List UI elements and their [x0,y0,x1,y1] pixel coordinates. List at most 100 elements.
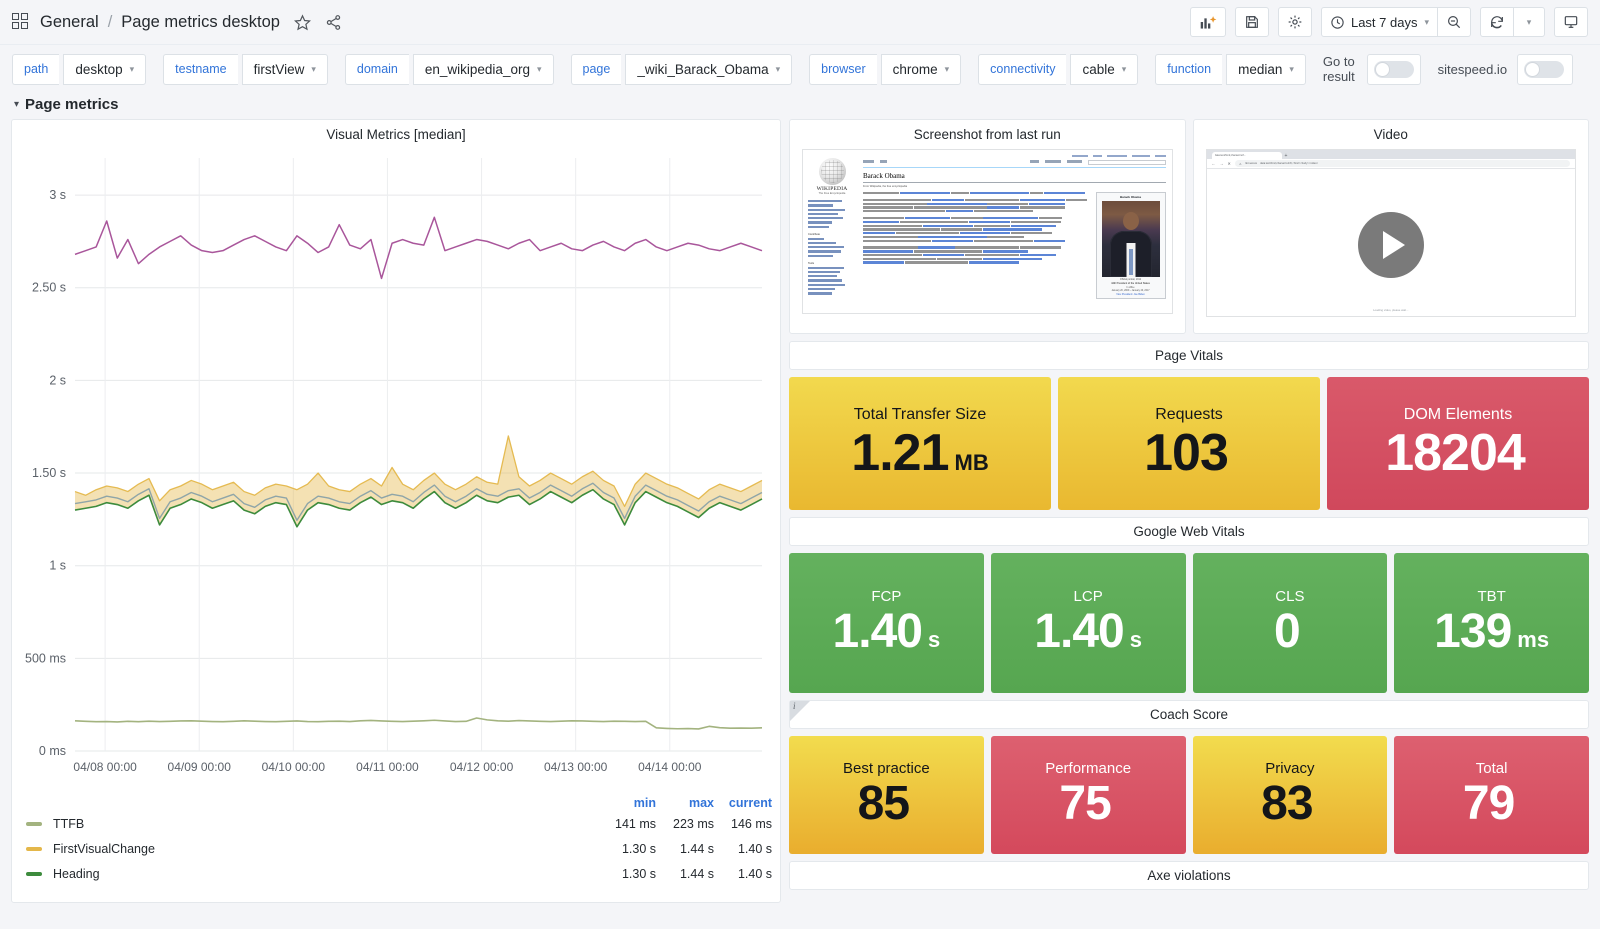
variable-path-text: desktop [75,61,123,77]
stat-lcp[interactable]: LCP 1.40 s [990,553,1186,693]
svg-text:1 s: 1 s [49,559,66,573]
variable-function-label: function [1155,53,1223,85]
row-header-page-metrics[interactable]: ▾ Page metrics [0,93,1600,119]
kiosk-mode-button[interactable] [1554,7,1588,37]
stat-cls[interactable]: CLS 0 [1192,553,1388,693]
toggle-sitespeed-io[interactable]: sitespeed.io [1437,53,1574,85]
refresh-group[interactable]: ▾ [1480,7,1545,37]
stat-best-practice[interactable]: Best practice 85 [789,736,984,854]
svg-text:1.50 s: 1.50 s [32,466,66,480]
wiki-nav-main [808,200,856,229]
forward-icon[interactable]: → [1220,161,1224,166]
variable-browser-text: chrome [892,61,938,77]
section-title-axe-violations: Axe violations [1147,868,1231,883]
time-range-group[interactable]: Last 7 days ▾ [1320,7,1471,37]
stat-tbt[interactable]: TBT 139 ms [1394,553,1589,693]
toggle-sitespeed-io-label: sitespeed.io [1437,61,1508,77]
panel-title-screenshot: Screenshot from last run [913,127,1061,142]
breadcrumb-dashboard-title[interactable]: Page metrics desktop [121,13,280,32]
template-variables-bar: path desktop ▾ testname firstView ▾ doma… [0,45,1600,93]
time-range-picker[interactable]: Last 7 days ▾ [1320,7,1438,37]
breadcrumb-folder[interactable]: General [40,13,99,32]
legend-col-max[interactable]: max [656,796,714,810]
stop-icon[interactable]: ✕ [1228,161,1231,166]
wiki-infobox-role: 44th President of the United States [1111,282,1150,286]
stat-value: 103 [1144,424,1229,483]
variable-domain[interactable]: domain en_wikipedia_org ▾ [344,53,554,85]
variable-page[interactable]: page _wiki_Barack_Obama ▾ [570,53,793,85]
star-icon[interactable] [293,13,311,31]
stat-total-transfer-size[interactable]: Total Transfer Size 1.21 MB [789,377,1051,510]
variable-page-value[interactable]: _wiki_Barack_Obama ▾ [625,53,793,85]
stat-performance[interactable]: Performance 75 [990,736,1186,854]
variable-connectivity-value[interactable]: cable ▾ [1070,53,1139,85]
video-player-frame[interactable]: data:text/html;charset=utf... + ← → ✕ ⚠ … [1205,149,1576,317]
legend-item-heading[interactable]: Heading 1.30 s 1.44 s 1.40 s [26,862,772,887]
dashboards-grid-icon[interactable] [12,13,30,31]
variable-connectivity[interactable]: connectivity cable ▾ [978,53,1139,85]
variable-domain-value[interactable]: en_wikipedia_org ▾ [412,53,554,85]
go-to-result-switch[interactable] [1366,53,1421,85]
new-tab-icon[interactable]: + [1285,153,1288,159]
stat-value: 79 [1462,777,1515,831]
wiki-content: Barack Obama From Wikipedia, the free en… [859,150,1172,313]
variable-testname-value[interactable]: firstView ▾ [241,53,328,85]
url-input[interactable]: ⚠ Not secure data:text/html;charset=utf-… [1234,160,1570,167]
stat-value: 18204 [1385,424,1526,483]
legend-col-min[interactable]: min [598,796,656,810]
legend-item-ttfb[interactable]: TTFB 141 ms 223 ms 146 ms [26,812,772,837]
legend-col-current[interactable]: current [714,796,772,810]
video-canvas: Loading video, please wait... [1206,169,1575,316]
panel-title-visual-metrics: Visual Metrics [median] [326,127,466,142]
panel-title-video: Video [1373,127,1408,142]
stat-total[interactable]: Total 79 [1394,736,1589,854]
panel-screenshot: Screenshot from last run WIKIPEDIA The F… [789,119,1186,334]
sitespeed-io-switch[interactable] [1517,53,1574,85]
stat-label: Performance [1045,760,1132,778]
info-icon[interactable]: i [793,701,796,711]
stat-value: 0 [1274,605,1301,659]
stat-dom-elements[interactable]: DOM Elements 18204 [1327,377,1589,510]
stat-privacy[interactable]: Privacy 83 [1192,736,1388,854]
browser-tab[interactable]: data:text/html;charset=utf... [1211,152,1282,159]
video-footer-text: Loading video, please wait... [1373,308,1409,312]
stat-label: TBT [1477,588,1506,606]
stat-fcp[interactable]: FCP 1.40 s [789,553,984,693]
variable-path-value[interactable]: desktop ▾ [63,53,147,85]
stat-requests[interactable]: Requests 103 [1058,377,1320,510]
play-button-icon[interactable] [1357,212,1424,279]
section-title-page-vitals: Page Vitals [1154,348,1224,363]
add-panel-button[interactable] [1189,7,1226,37]
chart-svg: 3 s 2.50 s 2 s 1.50 s 1 s 500 ms 0 ms 04/08 00:… [25,158,763,774]
wiki-nav-tools: Tools [808,262,856,295]
dashboard-settings-button[interactable] [1277,7,1312,37]
wikipedia-globe-logo [818,158,846,185]
variable-browser-value[interactable]: chrome ▾ [880,53,962,85]
zoom-out-time-button[interactable] [1437,7,1471,37]
top-navigation-bar: General / Page metrics desktop Last 7 da… [0,0,1600,45]
variable-testname[interactable]: testname firstView ▾ [163,53,328,85]
wiki-infobox-vp: Vice President: Joe Biden [1116,292,1145,296]
switch-knob [1374,61,1390,77]
chevron-down-icon[interactable]: ▾ [14,99,19,110]
legend-item-firstvisualchange[interactable]: FirstVisualChange 1.30 s 1.44 s 1.40 s [26,837,772,862]
screenshot-image-wikipedia[interactable]: WIKIPEDIA The Free Encyclopedia Contribu… [802,149,1173,314]
refresh-button[interactable] [1480,7,1514,37]
visual-metrics-chart[interactable]: 3 s 2.50 s 2 s 1.50 s 1 s 500 ms 0 ms 04/08 00:… [12,146,780,796]
toggle-go-to-result[interactable]: Go to result [1322,53,1421,85]
share-icon[interactable] [325,14,342,31]
save-dashboard-button[interactable] [1234,7,1269,37]
toggle-go-to-result-label: Go to result [1322,54,1355,84]
svg-text:04/08 00:00: 04/08 00:00 [73,760,137,774]
refresh-interval-dropdown[interactable]: ▾ [1513,7,1545,37]
svg-text:2.50 s: 2.50 s [32,281,66,295]
section-header-axe-violations: Axe violations [789,861,1589,890]
variable-function[interactable]: function median ▾ [1155,53,1306,85]
svg-text:04/09 00:00: 04/09 00:00 [168,760,232,774]
page-vitals-row: Total Transfer Size 1.21 MB Requests 103… [789,377,1589,510]
variable-path[interactable]: path desktop ▾ [12,53,147,85]
legend-current-value: 1.40 s [737,867,772,881]
variable-function-value[interactable]: median ▾ [1226,53,1306,85]
variable-browser[interactable]: browser chrome ▾ [809,53,962,85]
back-icon[interactable]: ← [1212,161,1216,166]
